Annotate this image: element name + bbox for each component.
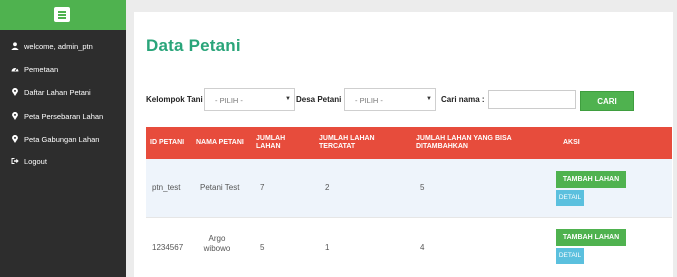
column-header: JUMLAH LAHAN YANG BISA DITAMBAHKAN — [416, 134, 512, 151]
select-value: - PILIH - — [355, 96, 383, 105]
main-content: Data Petani Kelompok Tani : - PILIH - ▼ … — [134, 12, 673, 277]
id-petani-cell: ptn_test — [152, 183, 181, 192]
sidebar-item-label: Peta Gabungan Lahan — [24, 134, 100, 144]
sidebar: welcome, admin_ptn Pemetaan Daftar Lahan… — [0, 0, 126, 277]
jumlah-tercatat-cell: 2 — [325, 183, 330, 192]
detail-button[interactable]: DETAIL — [556, 248, 584, 264]
kelompok-tani-select[interactable]: - PILIH - ▼ — [204, 88, 295, 111]
menu-toggle[interactable] — [0, 0, 126, 30]
sidebar-item-peta-persebaran[interactable]: Peta Persebaran Lahan — [11, 110, 103, 122]
column-header: JUMLAH LAHAN TERCATAT — [319, 134, 375, 151]
desa-petani-label: Desa Petani : — [296, 95, 347, 104]
dashboard-icon — [11, 65, 19, 73]
map-marker-icon — [11, 87, 19, 96]
sidebar-item-daftar-lahan[interactable]: Daftar Lahan Petani — [11, 86, 91, 98]
jumlah-tercatat-cell: 1 — [325, 243, 330, 252]
sidebar-item-label: Daftar Lahan Petani — [24, 87, 91, 97]
user-icon — [11, 42, 19, 50]
map-marker-icon — [11, 111, 19, 120]
cari-button[interactable]: CARI — [580, 91, 634, 111]
sidebar-item-pemetaan[interactable]: Pemetaan — [11, 63, 58, 75]
jumlah-lahan-cell: 5 — [260, 243, 265, 252]
column-header: AKSI — [563, 138, 580, 146]
caret-down-icon: ▼ — [285, 96, 291, 102]
table-row: ptn_test Petani Test 7 2 5 TAMBAH LAHAN … — [146, 159, 672, 217]
table-header: ID PETANI NAMA PETANI JUMLAH LAHAN JUMLA… — [146, 127, 672, 159]
jumlah-lahan-cell: 7 — [260, 183, 265, 192]
column-header: ID PETANI — [150, 138, 185, 146]
table-row: 1234567 Argo wibowo 5 1 4 TAMBAH LAHAN D… — [146, 217, 672, 275]
sidebar-item-label: welcome, admin_ptn — [24, 41, 93, 51]
cari-nama-label: Cari nama : — [441, 95, 485, 104]
sidebar-item-label: Pemetaan — [24, 64, 59, 74]
sidebar-item-welcome[interactable]: welcome, admin_ptn — [11, 40, 93, 52]
search-input[interactable] — [488, 90, 576, 109]
sidebar-item-label: Peta Persebaran Lahan — [24, 111, 104, 121]
nama-petani-cell: Petani Test — [200, 183, 240, 192]
sign-out-icon — [11, 157, 19, 165]
select-value: - PILIH - — [215, 96, 243, 105]
column-header: JUMLAH LAHAN — [256, 134, 286, 151]
map-marker-icon — [11, 134, 19, 143]
column-header: NAMA PETANI — [196, 138, 244, 146]
tambah-lahan-button[interactable]: TAMBAH LAHAN — [556, 229, 626, 246]
sidebar-item-peta-gabungan[interactable]: Peta Gabungan Lahan — [11, 133, 99, 145]
tambah-lahan-button[interactable]: TAMBAH LAHAN — [556, 171, 626, 188]
caret-down-icon: ▼ — [426, 96, 432, 102]
jumlah-bisa-ditambah-cell: 4 — [420, 243, 425, 252]
nama-petani-cell: Argo wibowo — [203, 234, 231, 253]
page-title: Data Petani — [146, 36, 241, 55]
sidebar-item-label: Logout — [24, 156, 47, 166]
desa-petani-select[interactable]: - PILIH - ▼ — [344, 88, 436, 111]
detail-button[interactable]: DETAIL — [556, 190, 584, 206]
kelompok-tani-label: Kelompok Tani : — [146, 95, 208, 104]
sidebar-item-logout[interactable]: Logout — [11, 155, 47, 167]
jumlah-bisa-ditambah-cell: 5 — [420, 183, 425, 192]
hamburger-icon[interactable] — [54, 7, 70, 22]
id-petani-cell: 1234567 — [152, 243, 184, 252]
